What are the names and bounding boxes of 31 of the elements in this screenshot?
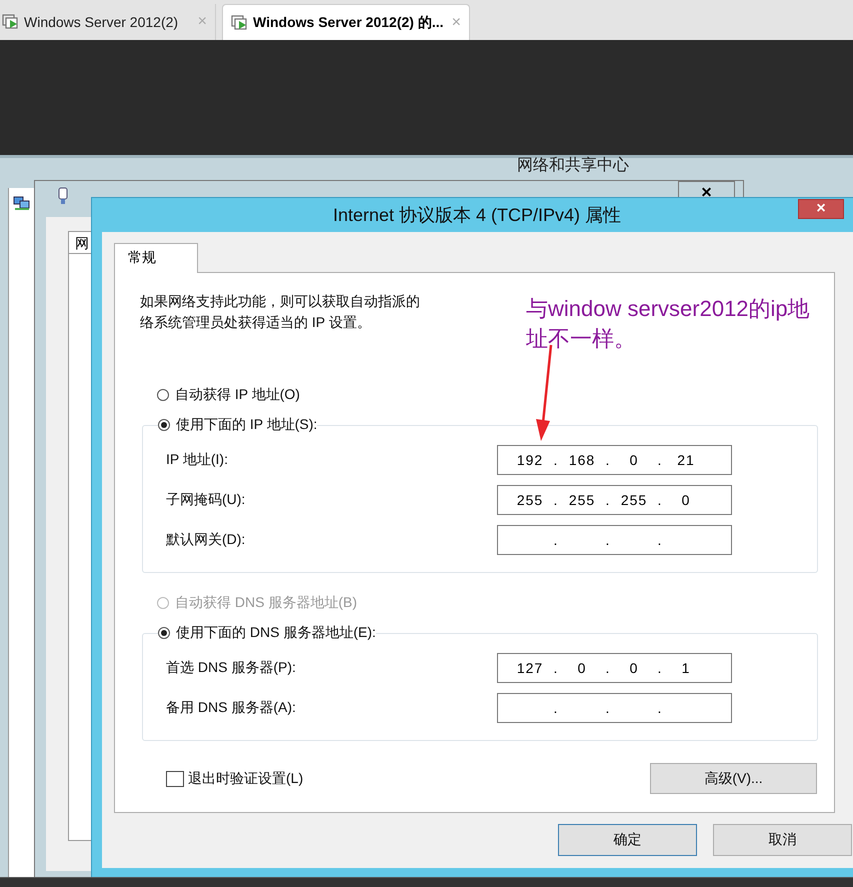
dialog-button[interactable]: 取消 <box>713 824 852 856</box>
close-button[interactable]: × <box>798 199 844 219</box>
ip-address-field[interactable]: 127 . 0 . 0 . 1 <box>497 653 732 683</box>
radio-option[interactable]: 自动获得 IP 地址(O) <box>157 384 300 406</box>
description-text: 如果网络支持此功能，则可以获取自动指派的 <box>140 292 420 311</box>
ip-address-field[interactable]: . . . <box>497 525 732 555</box>
radio-option[interactable]: 使用下面的 DNS 服务器地址(E): <box>158 622 376 644</box>
advanced-button[interactable]: 高级(V)... <box>650 763 817 794</box>
dialog-button[interactable]: 确定 <box>558 824 697 856</box>
network-adapter-icon <box>57 187 69 205</box>
radio-option[interactable]: 使用下面的 IP 地址(S): <box>158 414 318 436</box>
ip-address-field[interactable]: 192 . 168 . 0 . 21 <box>497 445 732 475</box>
network-icon <box>13 195 31 211</box>
tab[interactable]: 常规 <box>114 243 198 273</box>
field-label: 子网掩码(U): <box>166 491 246 509</box>
tab-title: Windows Server 2012(2) 的... <box>253 14 444 32</box>
browser-tab[interactable]: Windows Server 2012(2) 的... × <box>222 4 470 40</box>
ip-address-field[interactable]: 255 . 255 . 255 . 0 <box>497 485 732 515</box>
annotation-text: 与window servser2012的ip地址不一样。 <box>526 295 811 353</box>
virtual-machine-icon <box>231 14 249 30</box>
virtual-machine-icon <box>2 14 20 30</box>
field-label: 默认网关(D): <box>166 531 246 549</box>
field-label: 首选 DNS 服务器(P): <box>166 659 296 677</box>
checkbox-option[interactable]: 退出时验证设置(L) <box>166 770 304 788</box>
tab-title: Windows Server 2012(2) <box>24 14 180 30</box>
window-title: 网络和共享中心 <box>517 156 629 175</box>
field-label: 备用 DNS 服务器(A): <box>166 699 296 717</box>
window-title: Internet 协议版本 4 (TCP/IPv4) 属性 <box>332 204 622 227</box>
description-text: 络系统管理员处获得适当的 IP 设置。 <box>140 313 371 332</box>
field-label: IP 地址(I): <box>166 451 228 469</box>
ip-address-field[interactable]: . . . <box>497 693 732 723</box>
